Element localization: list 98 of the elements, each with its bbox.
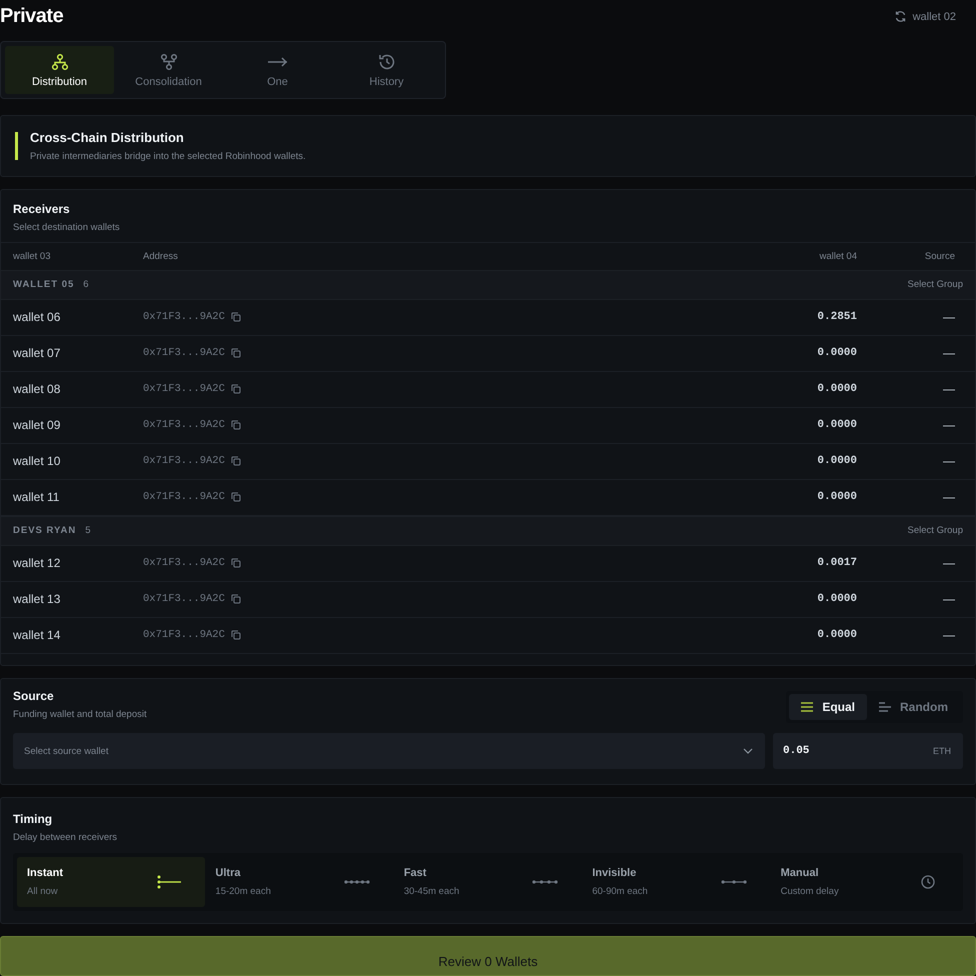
uneven-lines-icon [879, 702, 891, 712]
wallet-source: — [942, 556, 955, 570]
page-title: Private [0, 5, 64, 28]
select-group-button[interactable]: Select Group [908, 279, 963, 290]
wallet-source: — [942, 628, 955, 642]
wallet-name: wallet 07 [13, 346, 62, 360]
wallet-name: wallet 10 [13, 454, 62, 468]
wallet-source: — [942, 592, 955, 606]
dots-line-icon [720, 878, 747, 885]
wallet-row[interactable]: wallet 08 0x71F3...9A2C 0.0000 — [1, 372, 975, 408]
column-header: wallet 04 [818, 250, 857, 262]
refresh-icon [894, 10, 907, 24]
copy-icon[interactable] [230, 384, 241, 394]
column-header: Address [143, 250, 179, 262]
copy-icon[interactable] [230, 312, 241, 322]
wallet-balance: 0.2851 [816, 311, 857, 324]
column-header: wallet 03 [13, 250, 52, 262]
wallet-balance: 0.0000 [816, 383, 857, 396]
wallet-source: — [942, 490, 955, 504]
tab[interactable]: One [223, 46, 332, 94]
wallet-selector[interactable]: wallet 02 [894, 10, 956, 24]
section-title: Receivers [13, 202, 71, 216]
wallet-address: 0x71F3...9A2C [143, 383, 225, 396]
copy-icon[interactable] [230, 492, 241, 502]
wallet-balance: 0.0000 [816, 455, 857, 468]
banner-text: Private intermediaries bridge into the selected Robinhood wallets. [30, 150, 306, 162]
wallet-balance: 0.0000 [816, 593, 857, 606]
wallet-row[interactable]: wallet 06 0x71F3...9A2C 0.2851 — [1, 300, 975, 336]
section-title: Timing [13, 812, 54, 826]
dots-line-icon [532, 878, 558, 885]
wallet-row[interactable]: wallet 10 0x71F3...9A2C 0.0000 — [1, 444, 975, 480]
banner-title: Cross-Chain Distribution [30, 130, 185, 145]
wallet-source: — [942, 382, 955, 396]
wallet-balance: 0.0017 [816, 557, 857, 570]
wallet-address: 0x71F3...9A2C [143, 311, 225, 324]
currency-unit: ETH [933, 746, 951, 756]
copy-icon[interactable] [230, 456, 241, 466]
tab[interactable]: Consolidation [114, 46, 223, 94]
group-count: 5 [85, 525, 90, 536]
select-group-button[interactable]: Select Group [908, 525, 963, 536]
section-subtitle: Delay between receivers [13, 832, 118, 843]
wallet-balance: 0.0000 [816, 347, 857, 360]
wallet-row[interactable]: wallet 07 0x71F3...9A2C 0.0000 — [1, 336, 975, 372]
wallet-address: 0x71F3...9A2C [143, 593, 225, 606]
wallet-address: 0x71F3...9A2C [143, 629, 225, 642]
mode-option[interactable]: Random [867, 694, 960, 720]
column-header: Source [924, 250, 955, 262]
copy-icon[interactable] [230, 348, 241, 358]
section-subtitle: Funding wallet and total deposit [13, 709, 147, 720]
dots-line-icon [344, 878, 370, 885]
chevron-down-icon [743, 748, 753, 754]
wallet-name: wallet 08 [13, 382, 62, 396]
wallet-row[interactable]: wallet 14 0x71F3...9A2C 0.0000 — [1, 618, 975, 654]
branch-line-icon [157, 874, 182, 889]
tab[interactable]: History [332, 46, 441, 94]
mode-option[interactable]: Equal [789, 694, 867, 720]
tab[interactable]: Distribution [5, 46, 114, 94]
timing-option[interactable]: Ultra 15-20m each [205, 856, 394, 907]
wallet-balance: 0.0000 [816, 491, 857, 504]
copy-icon[interactable] [230, 558, 241, 568]
group-name: WALLET 05 [13, 279, 74, 290]
branches-icon [160, 52, 178, 71]
wallet-source: — [942, 418, 955, 432]
wallet-address: 0x71F3...9A2C [143, 347, 225, 360]
section-subtitle: Select destination wallets [13, 222, 121, 233]
wallet-row[interactable]: wallet 12 0x71F3...9A2C 0.0017 — [1, 546, 975, 582]
history-icon [378, 52, 396, 71]
wallet-row[interactable]: wallet 13 0x71F3...9A2C 0.0000 — [1, 582, 975, 618]
wallet-row[interactable]: wallet 09 0x71F3...9A2C 0.0000 — [1, 408, 975, 444]
wallet-address: 0x71F3...9A2C [143, 455, 225, 468]
copy-icon[interactable] [230, 630, 241, 640]
wallet-address: 0x71F3...9A2C [143, 557, 225, 570]
wallet-name: wallet 11 [13, 490, 60, 504]
wallet-source: — [942, 310, 955, 324]
source-wallet-select[interactable]: Select source wallet [13, 733, 765, 769]
wallet-name: wallet 09 [13, 418, 62, 432]
tree-icon [50, 52, 68, 71]
copy-icon[interactable] [230, 594, 241, 604]
wallet-source: — [942, 346, 955, 360]
timing-option[interactable]: Invisible 60-90m each [582, 856, 771, 907]
clock-icon [921, 874, 936, 889]
wallet-source: — [942, 454, 955, 468]
group-count: 6 [83, 279, 89, 290]
wallet-balance: 0.0000 [816, 419, 857, 432]
timing-option[interactable]: Instant All now [17, 856, 206, 907]
wallet-name: wallet 06 [13, 310, 62, 324]
timing-option[interactable]: Fast 30-45m each [394, 856, 582, 907]
group-name: DEVS RYAN [13, 525, 76, 536]
timing-option[interactable]: Manual Custom delay [770, 856, 960, 907]
wallet-name: wallet 13 [13, 592, 62, 606]
wallet-address: 0x71F3...9A2C [143, 491, 225, 504]
wallet-address: 0x71F3...9A2C [143, 419, 225, 432]
copy-icon[interactable] [230, 420, 241, 430]
lines-icon [801, 702, 814, 712]
wallet-name: wallet 14 [13, 628, 62, 642]
wallet-name: wallet 12 [13, 556, 62, 570]
section-title: Source [13, 689, 55, 703]
wallet-balance: 0.0000 [816, 629, 857, 642]
